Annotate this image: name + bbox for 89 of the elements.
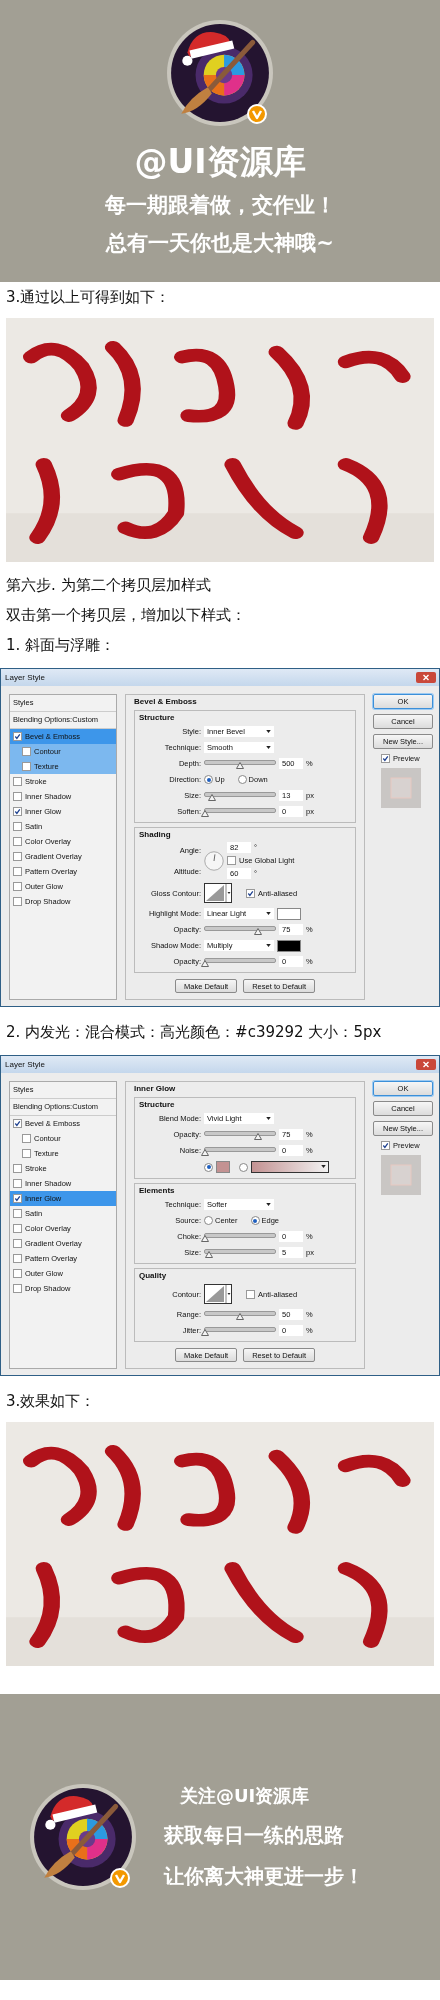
checkbox[interactable] (13, 867, 22, 876)
gradient-picker[interactable] (251, 1161, 329, 1173)
slider-thumb[interactable] (236, 1312, 244, 1320)
step-text: 1. 斜面与浮雕： (5, 635, 117, 656)
group-title: Structure (139, 1100, 176, 1109)
checkbox[interactable] (246, 888, 255, 898)
checkbox[interactable] (13, 1179, 22, 1188)
checkbox[interactable] (13, 1194, 22, 1203)
color-swatch[interactable] (216, 1161, 230, 1173)
checkbox[interactable] (13, 1164, 22, 1173)
group-title: Shading (139, 830, 172, 839)
caret-icon (321, 1165, 326, 1168)
slider-thumb[interactable] (208, 793, 216, 801)
step-text: 2. 内发光：混合模式：高光颜色：#c39292 大小：5px (5, 1022, 383, 1043)
footer-text: 关注@UI资源库 (179, 1784, 311, 1808)
slider-thumb[interactable] (201, 1328, 209, 1336)
verified-badge-icon (247, 104, 267, 124)
slider-thumb[interactable] (201, 809, 209, 817)
color-swatch[interactable] (277, 907, 301, 920)
checkbox[interactable] (13, 732, 22, 741)
window-title: Layer Style (5, 1060, 46, 1069)
step-text: 3.效果如下： (5, 1391, 97, 1412)
checkbox[interactable] (227, 856, 236, 865)
verified-badge-icon (110, 1868, 130, 1888)
checkbox[interactable] (13, 1224, 22, 1233)
radio-button[interactable] (204, 1216, 213, 1225)
slogan-text: 总有一天你也是大神哦~ (106, 230, 334, 257)
checkbox[interactable] (13, 807, 22, 816)
radio-button[interactable] (237, 775, 247, 784)
checkbox[interactable] (13, 897, 22, 906)
checkbox[interactable] (13, 837, 22, 846)
logo-icon (30, 1784, 136, 1890)
radio-button[interactable] (204, 775, 213, 784)
caret-icon (266, 730, 271, 733)
footer-text: 获取每日一练的思路 (164, 1822, 345, 1849)
radio-button[interactable] (239, 1162, 248, 1172)
section-title: Inner Glow (134, 1084, 177, 1093)
angle-dial[interactable] (204, 850, 224, 871)
radio-button[interactable] (204, 1162, 213, 1172)
checkbox[interactable] (13, 777, 22, 786)
logo-icon (167, 20, 273, 126)
slider-thumb[interactable] (204, 1250, 213, 1258)
group-title: Elements (139, 1186, 176, 1195)
close-icon[interactable] (416, 1059, 436, 1070)
checkbox[interactable] (22, 1149, 31, 1158)
close-icon[interactable] (416, 672, 436, 683)
checkbox[interactable] (13, 1119, 22, 1128)
group-title: Structure (139, 713, 176, 722)
window-title: Layer Style (5, 673, 46, 682)
checkbox[interactable] (13, 822, 22, 831)
slider-thumb[interactable] (253, 927, 262, 935)
slider-thumb[interactable] (201, 1234, 209, 1242)
checkbox[interactable] (246, 1289, 255, 1299)
brand-title: @UI资源库 (134, 142, 306, 182)
radio-button[interactable] (250, 1216, 260, 1225)
slogan-text: 每一期跟着做，交作业！ (104, 192, 336, 219)
checkbox[interactable] (13, 1269, 22, 1278)
checkbox[interactable] (22, 747, 31, 756)
step-text: 3.通过以上可得到如下： (5, 287, 172, 308)
checkbox[interactable] (381, 1141, 390, 1150)
checkbox[interactable] (13, 1254, 22, 1263)
caret-icon (266, 1203, 271, 1206)
caret-icon (266, 746, 271, 749)
color-swatch[interactable] (277, 939, 301, 952)
slider-thumb[interactable] (201, 959, 209, 967)
caret-icon (266, 944, 271, 947)
contour-picker[interactable] (204, 1284, 232, 1304)
checkbox[interactable] (13, 882, 22, 891)
group-title: Quality (139, 1271, 168, 1280)
step-text: 第六步. 为第二个拷贝层加样式 (5, 575, 212, 596)
checkbox[interactable] (381, 754, 390, 763)
checkbox[interactable] (22, 1134, 31, 1143)
checkbox[interactable] (13, 852, 22, 861)
slider-thumb[interactable] (201, 1148, 209, 1156)
footer-text: 让你离大神更进一步！ (164, 1863, 364, 1890)
caret-icon (266, 1117, 271, 1120)
caret-icon (266, 912, 271, 915)
slider-thumb[interactable] (236, 761, 244, 769)
preview-thumbnail (381, 1155, 421, 1195)
checkbox[interactable] (13, 1284, 22, 1293)
slider-thumb[interactable] (253, 1132, 262, 1140)
checkbox[interactable] (22, 762, 31, 771)
checkbox[interactable] (13, 1239, 22, 1248)
section-title: Bevel & Emboss (134, 697, 198, 706)
checkbox[interactable] (13, 792, 22, 801)
step-text: 双击第一个拷贝层，增加以下样式： (5, 605, 247, 626)
contour-picker[interactable] (204, 883, 232, 903)
preview-thumbnail (381, 768, 421, 808)
checkbox[interactable] (13, 1209, 22, 1218)
